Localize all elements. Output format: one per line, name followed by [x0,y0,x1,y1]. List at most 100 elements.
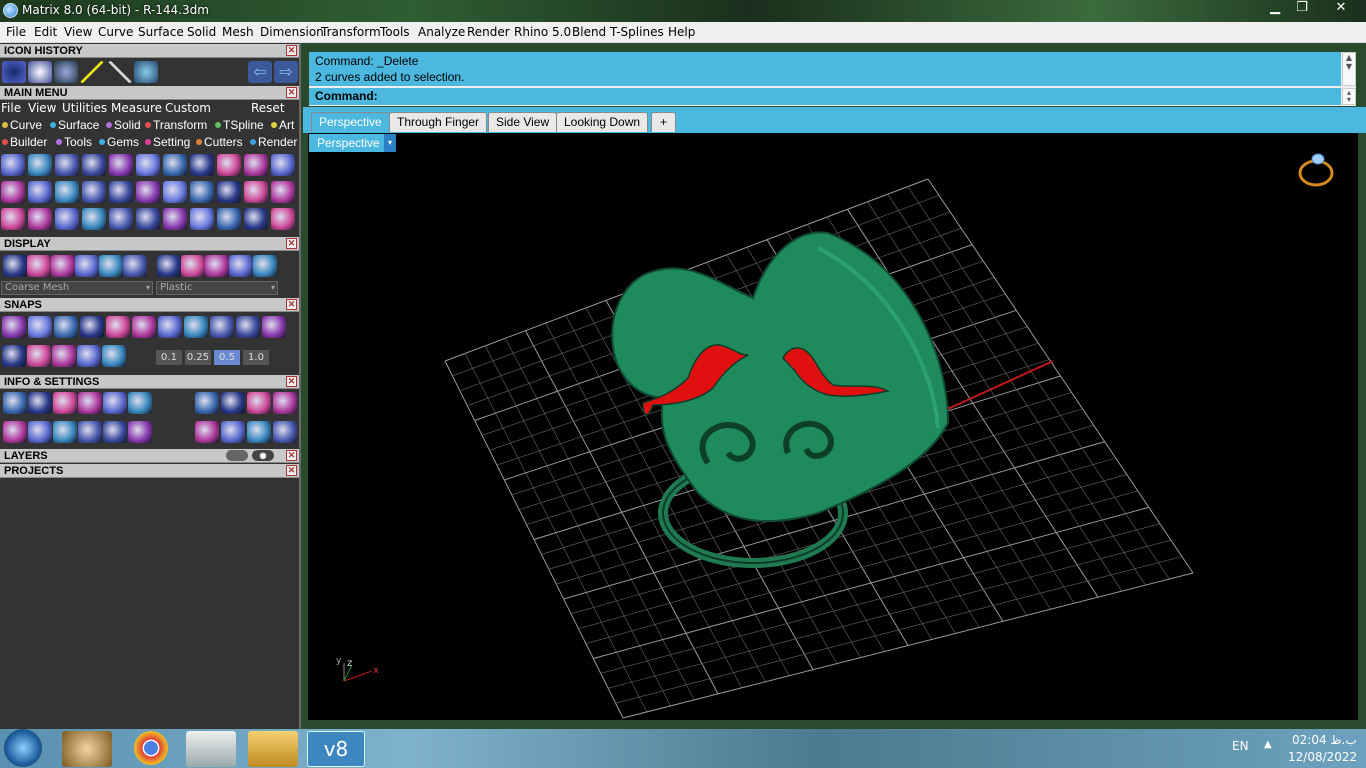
command-input-spinner[interactable]: ▴ ▾ [1342,88,1356,105]
tool-icon[interactable] [244,154,268,176]
tool-icon[interactable] [132,316,156,338]
tool-icon[interactable] [236,316,260,338]
command-scrollbar[interactable]: ▲ ▼ [1342,52,1356,86]
tool-icon[interactable] [271,208,295,230]
tool-icon[interactable] [190,208,214,230]
tool-icon[interactable] [106,316,130,338]
tool-icon[interactable] [27,345,51,367]
pave-tool-icon[interactable] [134,61,158,83]
tool-icon[interactable] [247,392,271,414]
tool-icon[interactable] [82,154,106,176]
tool-icon[interactable] [82,181,106,203]
tool-icon[interactable] [28,154,52,176]
tool-icon[interactable] [2,345,26,367]
tool-icon[interactable] [136,208,160,230]
main-menu-file[interactable]: File [1,101,21,115]
viewport-perspective[interactable]: y z x [308,133,1358,720]
maximize-button[interactable]: ❐ [1289,0,1315,18]
tool-icon[interactable] [221,392,245,414]
tool-icon[interactable] [54,316,78,338]
category-gems[interactable]: Gems [99,135,139,149]
language-indicator[interactable]: EN [1232,739,1249,753]
close-icon[interactable]: ✕ [286,87,297,98]
tool-icon[interactable] [99,255,123,277]
menu-tools[interactable]: Tools [380,25,410,39]
viewport-label[interactable]: Perspective [309,134,386,152]
tool-icon[interactable] [52,345,76,367]
tray-expand-icon[interactable]: ▲ [1264,739,1272,750]
tool-icon[interactable] [210,316,234,338]
tool-icon[interactable] [181,255,205,277]
tool-icon[interactable] [55,208,79,230]
menu-analyze[interactable]: Analyze [418,25,465,39]
tool-icon[interactable] [3,421,27,443]
snap-value-0.1[interactable]: 0.1 [156,350,182,365]
tool-icon[interactable] [217,208,241,230]
history-back-icon[interactable]: ⇦ [248,61,272,83]
menu-view[interactable]: View [64,25,92,39]
tool-icon[interactable] [103,392,127,414]
eye-icon[interactable]: ◉ [252,450,274,461]
mesh-dropdown[interactable]: Coarse Mesh ▾ [1,281,153,295]
explorer-app-icon[interactable] [248,731,298,767]
tool-icon[interactable] [229,255,253,277]
tool-icon[interactable] [28,208,52,230]
tab-through-finger[interactable]: Through Finger [389,112,488,132]
snap-value-0.5[interactable]: 0.5 [214,350,240,365]
menu-mesh[interactable]: Mesh [222,25,254,39]
tool-icon[interactable] [190,181,214,203]
chrome-app-icon[interactable] [134,731,168,765]
category-art[interactable]: Art [271,118,294,132]
menu-curve[interactable]: Curve [98,25,133,39]
tool-icon[interactable] [53,392,77,414]
tool-icon[interactable] [2,316,26,338]
tool-icon[interactable] [163,154,187,176]
circle-tool-icon[interactable] [2,61,26,83]
close-icon[interactable]: ✕ [286,465,297,476]
category-tspline[interactable]: TSpline [215,118,264,132]
tab-side-view[interactable]: Side View [488,112,558,132]
menu-solid[interactable]: Solid [187,25,216,39]
snap-value-0.25[interactable]: 0.25 [185,350,211,365]
menu-blend[interactable]: Blend [572,25,606,39]
scale-tool-icon[interactable] [108,61,132,83]
menu-surface[interactable]: Surface [138,25,184,39]
tool-icon[interactable] [28,421,52,443]
tool-icon[interactable] [80,316,104,338]
tool-icon[interactable] [78,392,102,414]
category-transform[interactable]: Transform [145,118,207,132]
snap-value-1.0[interactable]: 1.0 [243,350,269,365]
tool-icon[interactable] [109,154,133,176]
tool-icon[interactable] [271,154,295,176]
menu-rhino[interactable]: Rhino 5.0 [514,25,571,39]
command-input[interactable]: Command: [309,88,1341,105]
paint-app-icon[interactable] [62,731,112,767]
material-dropdown[interactable]: Plastic ▾ [156,281,278,295]
tool-icon[interactable] [75,255,99,277]
line-tool-icon[interactable] [80,61,104,83]
tool-icon[interactable] [51,255,75,277]
tool-icon[interactable] [273,392,297,414]
menu-help[interactable]: Help [668,25,695,39]
tool-icon[interactable] [102,345,126,367]
tool-icon[interactable] [109,181,133,203]
tool-icon[interactable] [163,181,187,203]
menu-file[interactable]: File [6,25,26,39]
tool-icon[interactable] [221,421,245,443]
tool-icon[interactable] [205,255,229,277]
start-button[interactable] [4,729,42,767]
tool-icon[interactable] [217,154,241,176]
tool-icon[interactable] [27,255,51,277]
close-icon[interactable]: ✕ [286,376,297,387]
category-render[interactable]: Render [250,135,297,149]
close-icon[interactable]: ✕ [286,450,297,461]
tool-icon[interactable] [136,154,160,176]
menu-tsplines[interactable]: T-Splines [610,25,664,39]
tool-icon[interactable] [195,392,219,414]
tool-icon[interactable] [157,255,181,277]
tool-icon[interactable] [247,421,271,443]
tool-icon[interactable] [109,208,133,230]
tool-icon[interactable] [136,181,160,203]
tool-icon[interactable] [28,316,52,338]
main-menu-measure[interactable]: Measure [111,101,162,115]
